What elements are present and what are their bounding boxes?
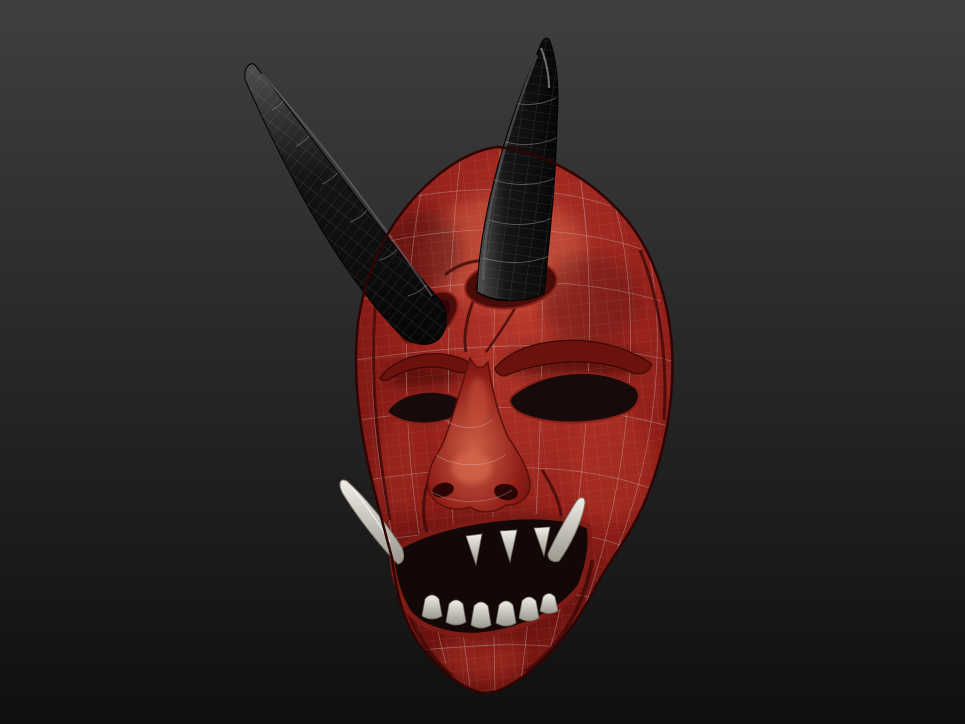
- tooth: [518, 596, 540, 622]
- viewport-canvas[interactable]: [0, 0, 965, 724]
- tooth: [470, 601, 492, 629]
- tooth: [495, 600, 517, 627]
- 3d-viewport[interactable]: [0, 0, 965, 724]
- tooth: [445, 599, 467, 626]
- tooth: [421, 594, 443, 620]
